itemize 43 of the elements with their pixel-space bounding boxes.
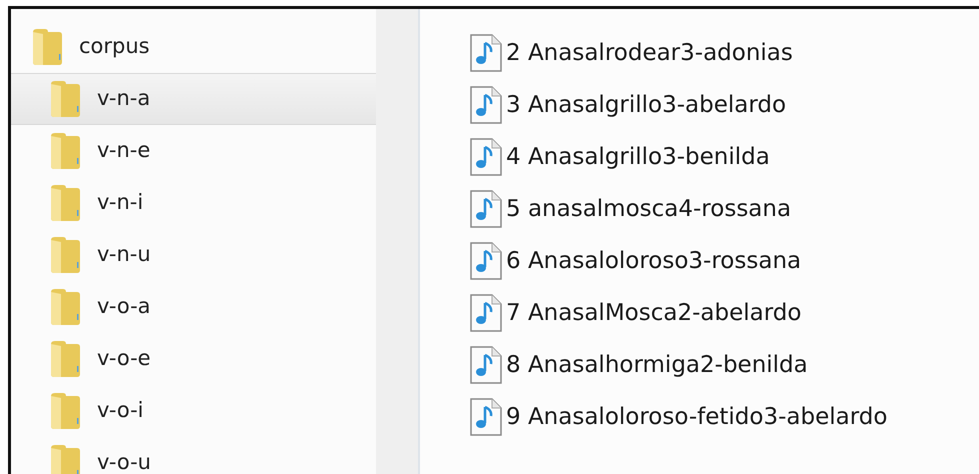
folder-tree-item[interactable]: v-o-e: [11, 333, 376, 385]
audio-file-icon[interactable]: [470, 346, 502, 384]
audio-file-icon[interactable]: [470, 190, 502, 228]
file-name[interactable]: 5 anasalmosca4-rossana: [506, 192, 792, 226]
folder-name: v-n-i: [97, 189, 144, 216]
audio-file-icon[interactable]: [470, 294, 502, 332]
folder-tree-item[interactable]: v-n-e: [11, 125, 376, 177]
folder-name: v-o-e: [97, 345, 151, 372]
folder-name: v-n-e: [97, 137, 150, 164]
folder-icon: [49, 288, 81, 326]
folder-icon: [49, 184, 81, 222]
folder-icon: [49, 236, 81, 274]
folder-name: corpus: [79, 33, 150, 60]
folder-name: v-o-a: [97, 293, 151, 320]
file-name[interactable]: 4 Anasalgrillo3-benilda: [506, 140, 770, 174]
folder-tree-item[interactable]: v-n-a: [11, 73, 376, 125]
folder-tree-item[interactable]: v-o-u: [11, 437, 376, 474]
audio-file-icon[interactable]: [470, 242, 502, 280]
folder-icon: [49, 132, 81, 170]
file-name[interactable]: 6 Anasaloloroso3-rossana: [506, 244, 802, 278]
folder-tree-item[interactable]: v-o-a: [11, 281, 376, 333]
folder-icon: [49, 444, 81, 474]
audio-file-icon[interactable]: [470, 138, 502, 176]
folder-icon: [49, 80, 81, 118]
folder-tree-item[interactable]: corpus: [11, 21, 376, 73]
file-name[interactable]: 8 Anasalhormiga2-benilda: [506, 348, 808, 382]
folder-tree-item[interactable]: v-o-i: [11, 385, 376, 437]
audio-file-icon[interactable]: [470, 86, 502, 124]
file-name[interactable]: 7 AnasalMosca2-abelardo: [506, 296, 802, 330]
file-name[interactable]: 9 Anasaloloroso-fetido3-abelardo: [506, 400, 888, 434]
folder-name: v-o-u: [97, 449, 151, 474]
folder-icon: [49, 340, 81, 378]
folder-tree-item[interactable]: v-n-i: [11, 177, 376, 229]
file-name[interactable]: 3 Anasalgrillo3-abelardo: [506, 88, 786, 122]
folder-name: v-n-a: [97, 85, 150, 112]
folder-icon: [49, 392, 81, 430]
folder-tree-item[interactable]: v-n-u: [11, 229, 376, 281]
folder-icon: [31, 28, 63, 66]
folder-name: v-n-u: [97, 241, 151, 268]
folder-name: v-o-i: [97, 397, 144, 424]
file-name[interactable]: 2 Anasalrodear3-adonias: [506, 36, 793, 70]
audio-file-icon[interactable]: [470, 398, 502, 436]
audio-file-icon[interactable]: [470, 34, 502, 72]
